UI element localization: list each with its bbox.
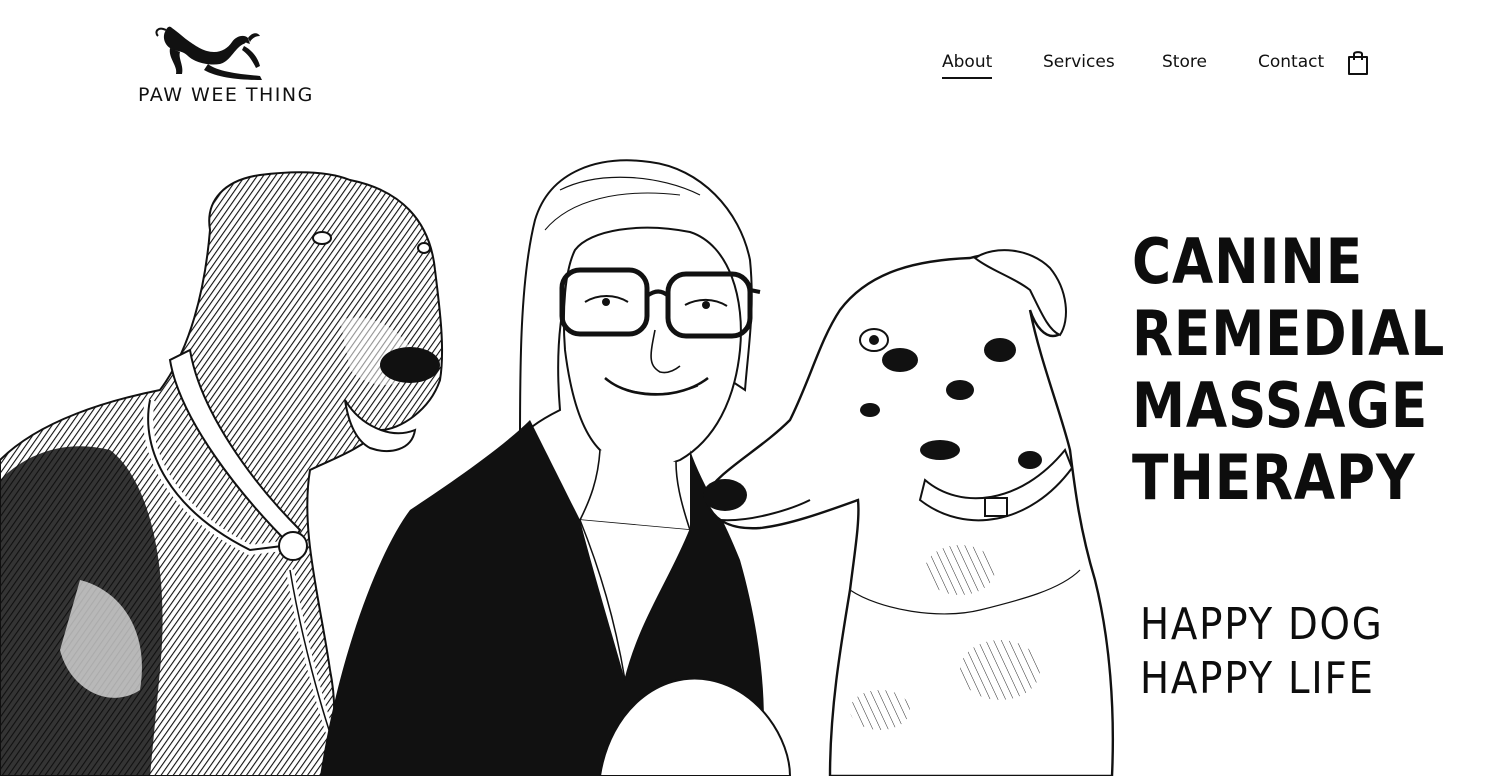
hero-headline: CANINE REMEDIAL MASSAGE THERAPY xyxy=(1132,225,1446,514)
tagline-line: HAPPY DOG xyxy=(1140,599,1384,650)
headline-line: REMEDIAL xyxy=(1132,297,1446,370)
headline-line: CANINE xyxy=(1132,225,1364,298)
nav-item-about[interactable]: About xyxy=(942,52,993,79)
hero-tagline: HAPPY DOG HAPPY LIFE xyxy=(1140,598,1439,706)
cart-button[interactable] xyxy=(1346,49,1370,77)
logo-wordmark: PAW WEE THING xyxy=(138,84,314,106)
nav-item-contact[interactable]: Contact xyxy=(1258,52,1324,72)
headline-line: THERAPY xyxy=(1132,441,1416,514)
nav-item-store[interactable]: Store xyxy=(1162,52,1207,72)
greyhound-logo-icon xyxy=(155,26,262,80)
tagline-line: HAPPY LIFE xyxy=(1140,653,1375,704)
logo-link[interactable]: PAW WEE THING xyxy=(138,22,318,112)
shopping-bag-icon xyxy=(1348,51,1368,75)
hero-illustration xyxy=(0,159,1115,776)
right-greyhound-drawing xyxy=(703,249,1115,776)
headline-line: MASSAGE xyxy=(1132,369,1429,442)
nav-item-services[interactable]: Services xyxy=(1043,52,1115,72)
